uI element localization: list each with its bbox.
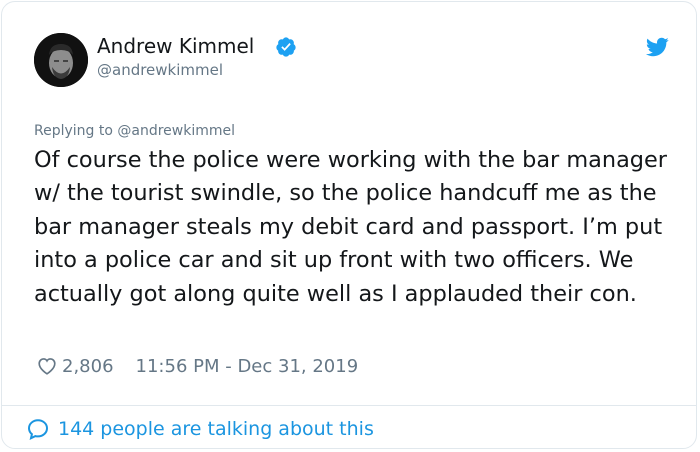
avatar[interactable] (34, 33, 88, 87)
speech-bubble-icon (27, 419, 49, 440)
tweet-meta: 2,806 11:56 PM - Dec 31, 2019 (36, 354, 358, 378)
avatar-photo (34, 33, 88, 87)
timestamp[interactable]: 11:56 PM - Dec 31, 2019 (136, 356, 359, 377)
divider (2, 405, 696, 406)
author-handle[interactable]: @andrewkimmel (97, 60, 223, 80)
heart-icon[interactable] (36, 355, 58, 377)
verified-badge-icon (276, 37, 296, 57)
talking-about-label: 144 people are talking about this (58, 418, 374, 440)
tweet-card: Andrew Kimmel @andrewkimmel Replying to … (1, 1, 697, 449)
author-name[interactable]: Andrew Kimmel (97, 33, 254, 59)
replying-to[interactable]: Replying to @andrewkimmel (34, 122, 235, 140)
twitter-bird-icon[interactable] (644, 35, 670, 59)
like-count[interactable]: 2,806 (62, 356, 114, 377)
talking-about-link[interactable]: 144 people are talking about this (26, 416, 374, 442)
tweet-text: Of course the police were working with t… (34, 147, 668, 307)
